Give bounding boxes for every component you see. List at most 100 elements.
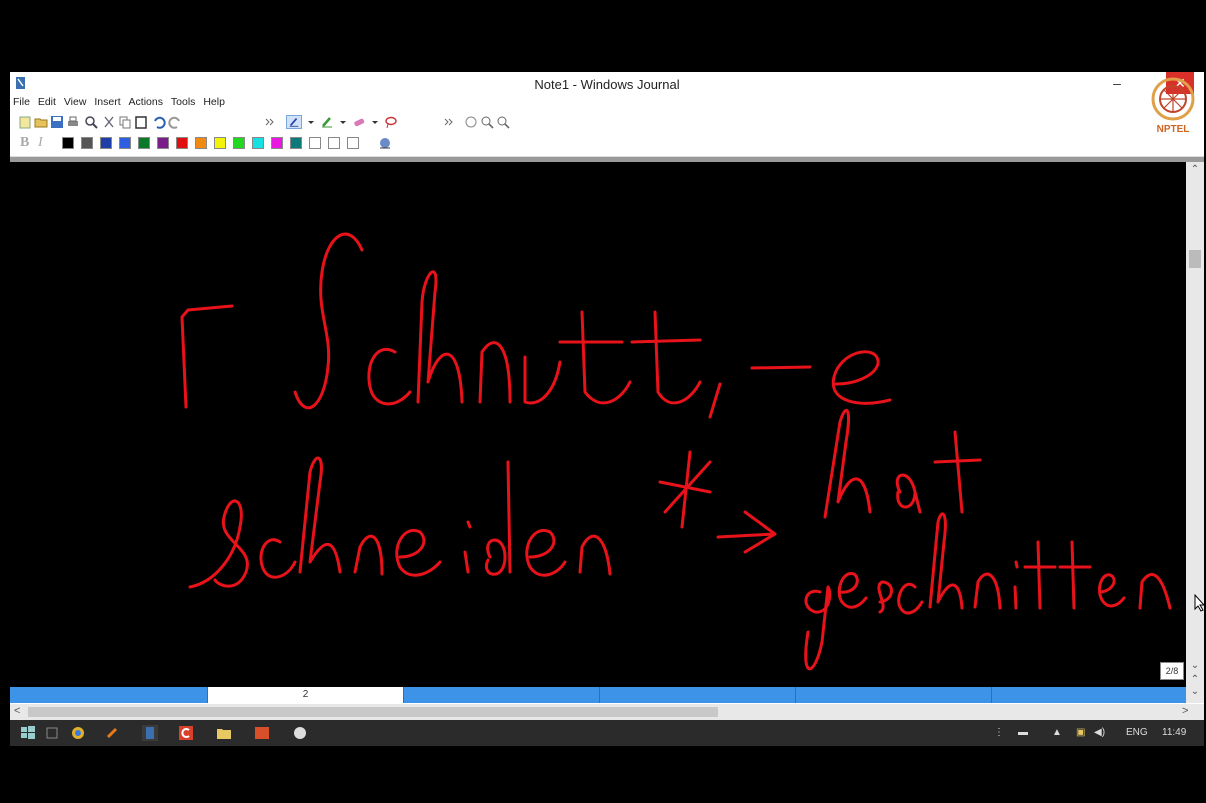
scroll-up-arrow-icon[interactable]: ⌃ xyxy=(1186,164,1204,175)
menu-actions[interactable]: Actions xyxy=(129,96,163,108)
print-icon[interactable] xyxy=(66,115,80,129)
color-swatch[interactable] xyxy=(81,137,93,149)
copy-icon[interactable] xyxy=(118,115,132,129)
lasso-select-icon[interactable] xyxy=(384,115,398,129)
page-tab[interactable] xyxy=(10,687,208,703)
show-hidden-icons-icon[interactable]: ▲ xyxy=(1052,727,1062,738)
window-title: Note1 - Windows Journal xyxy=(534,77,680,92)
vertical-scrollbar[interactable]: ⌃ ⌄ ⌃ ⌄ xyxy=(1186,162,1204,703)
ink-stroke-hat xyxy=(823,409,982,519)
color-swatch[interactable] xyxy=(328,137,340,149)
browser-app-icon[interactable] xyxy=(292,725,308,741)
media-player-icon[interactable] xyxy=(104,725,120,741)
color-swatch[interactable] xyxy=(233,137,245,149)
page-up-icon[interactable]: ⌃ xyxy=(1186,674,1204,685)
color-swatch[interactable] xyxy=(100,137,112,149)
color-swatch[interactable] xyxy=(119,137,131,149)
pen-dropdown-icon[interactable] xyxy=(304,115,318,129)
language-indicator[interactable]: ENG xyxy=(1126,727,1148,738)
presentation-app-icon[interactable] xyxy=(254,725,270,741)
color-swatch[interactable] xyxy=(290,137,302,149)
page-tab[interactable] xyxy=(600,687,796,703)
vertical-scroll-thumb[interactable] xyxy=(1189,250,1201,268)
italic-button[interactable]: I xyxy=(38,135,43,151)
color-swatch[interactable] xyxy=(176,137,188,149)
menu-bar: File Edit View Insert Actions Tools Help xyxy=(10,96,1204,112)
page-tab[interactable] xyxy=(404,687,600,703)
undo-icon[interactable] xyxy=(152,115,166,129)
zoom-out-icon[interactable] xyxy=(496,115,510,129)
mouse-pointer-icon xyxy=(1194,594,1206,612)
ink-stroke-comma xyxy=(708,382,722,419)
start-windows-icon[interactable] xyxy=(20,725,36,741)
minimize-button[interactable]: – xyxy=(1100,72,1134,94)
screen-frame: Note1 - Windows Journal – ✕ File Edit Vi… xyxy=(0,0,1206,803)
journal-taskbar-icon[interactable] xyxy=(142,725,158,741)
page-tab-active[interactable]: 2 xyxy=(208,687,404,703)
page-down-icon[interactable]: ⌄ xyxy=(1186,686,1204,697)
menu-insert[interactable]: Insert xyxy=(94,96,120,108)
paste-icon[interactable] xyxy=(134,115,148,129)
menu-tools[interactable]: Tools xyxy=(171,96,196,108)
page-tab[interactable] xyxy=(796,687,992,703)
color-swatch[interactable] xyxy=(309,137,321,149)
clock[interactable]: 11:49 xyxy=(1162,727,1186,738)
ink-stroke-h xyxy=(416,270,464,404)
menu-edit[interactable]: Edit xyxy=(38,96,56,108)
pan-hand-icon[interactable] xyxy=(464,115,478,129)
network-tray-icon[interactable]: ▣ xyxy=(1076,727,1085,738)
menu-file[interactable]: File xyxy=(13,96,30,108)
cut-icon[interactable] xyxy=(102,115,116,129)
new-note-icon[interactable] xyxy=(18,115,32,129)
chrome-icon[interactable] xyxy=(70,725,86,741)
bold-button[interactable]: B xyxy=(20,135,29,151)
menu-view[interactable]: View xyxy=(64,96,87,108)
standard-toolbar xyxy=(10,113,1204,133)
title-bar: Note1 - Windows Journal – ✕ xyxy=(10,72,1204,96)
app-window: Note1 - Windows Journal – ✕ File Edit Vi… xyxy=(10,72,1204,746)
eraser-icon[interactable] xyxy=(352,115,366,129)
color-swatch[interactable] xyxy=(214,137,226,149)
ink-stroke-arrow xyxy=(716,510,777,554)
pen-tool-icon[interactable] xyxy=(286,115,302,129)
page-tab[interactable] xyxy=(992,687,1186,703)
ink-stroke-dash xyxy=(750,365,812,370)
open-icon[interactable] xyxy=(34,115,48,129)
page-indicator: 2/8 xyxy=(1160,662,1184,680)
highlighter-dropdown-icon[interactable] xyxy=(336,115,350,129)
keyboard-tray-icon[interactable]: ▬ xyxy=(1018,727,1028,738)
overflow-chevron-icon[interactable] xyxy=(263,115,277,129)
overflow-chevron-icon-2[interactable] xyxy=(442,115,456,129)
horizontal-scrollbar[interactable]: < > xyxy=(10,704,1204,720)
page-tab-strip: 2 xyxy=(10,687,1186,703)
file-explorer-icon[interactable] xyxy=(216,725,232,741)
color-swatch[interactable] xyxy=(195,137,207,149)
color-picker-icon[interactable] xyxy=(378,136,392,150)
scroll-down-arrow-icon[interactable]: ⌄ xyxy=(1186,660,1204,671)
color-swatch[interactable] xyxy=(138,137,150,149)
zoom-in-icon[interactable] xyxy=(480,115,494,129)
color-swatch[interactable] xyxy=(62,137,74,149)
nptel-emblem-icon xyxy=(1151,77,1195,121)
scroll-left-arrow-icon[interactable]: < xyxy=(14,705,20,717)
color-swatch[interactable] xyxy=(347,137,359,149)
scroll-right-arrow-icon[interactable]: > xyxy=(1182,705,1188,717)
volume-tray-icon[interactable]: ◀) xyxy=(1094,727,1105,738)
note-canvas[interactable] xyxy=(10,162,1186,687)
color-swatch[interactable] xyxy=(252,137,264,149)
find-icon[interactable] xyxy=(84,115,98,129)
ink-stroke-geschnitten xyxy=(804,512,1172,671)
eraser-dropdown-icon[interactable] xyxy=(368,115,382,129)
color-swatch[interactable] xyxy=(157,137,169,149)
save-icon[interactable] xyxy=(50,115,64,129)
ink-stroke-c xyxy=(367,348,412,406)
horizontal-scroll-thumb[interactable] xyxy=(28,707,718,717)
redo-icon[interactable] xyxy=(168,115,182,129)
color-swatch[interactable] xyxy=(271,137,283,149)
highlighter-icon[interactable] xyxy=(320,115,334,129)
app-c-icon[interactable] xyxy=(178,725,194,741)
ink-stroke-e xyxy=(831,350,892,405)
task-view-icon[interactable] xyxy=(44,725,60,741)
menu-help[interactable]: Help xyxy=(203,96,225,108)
tray-icon[interactable]: ⋮ xyxy=(994,727,1004,738)
